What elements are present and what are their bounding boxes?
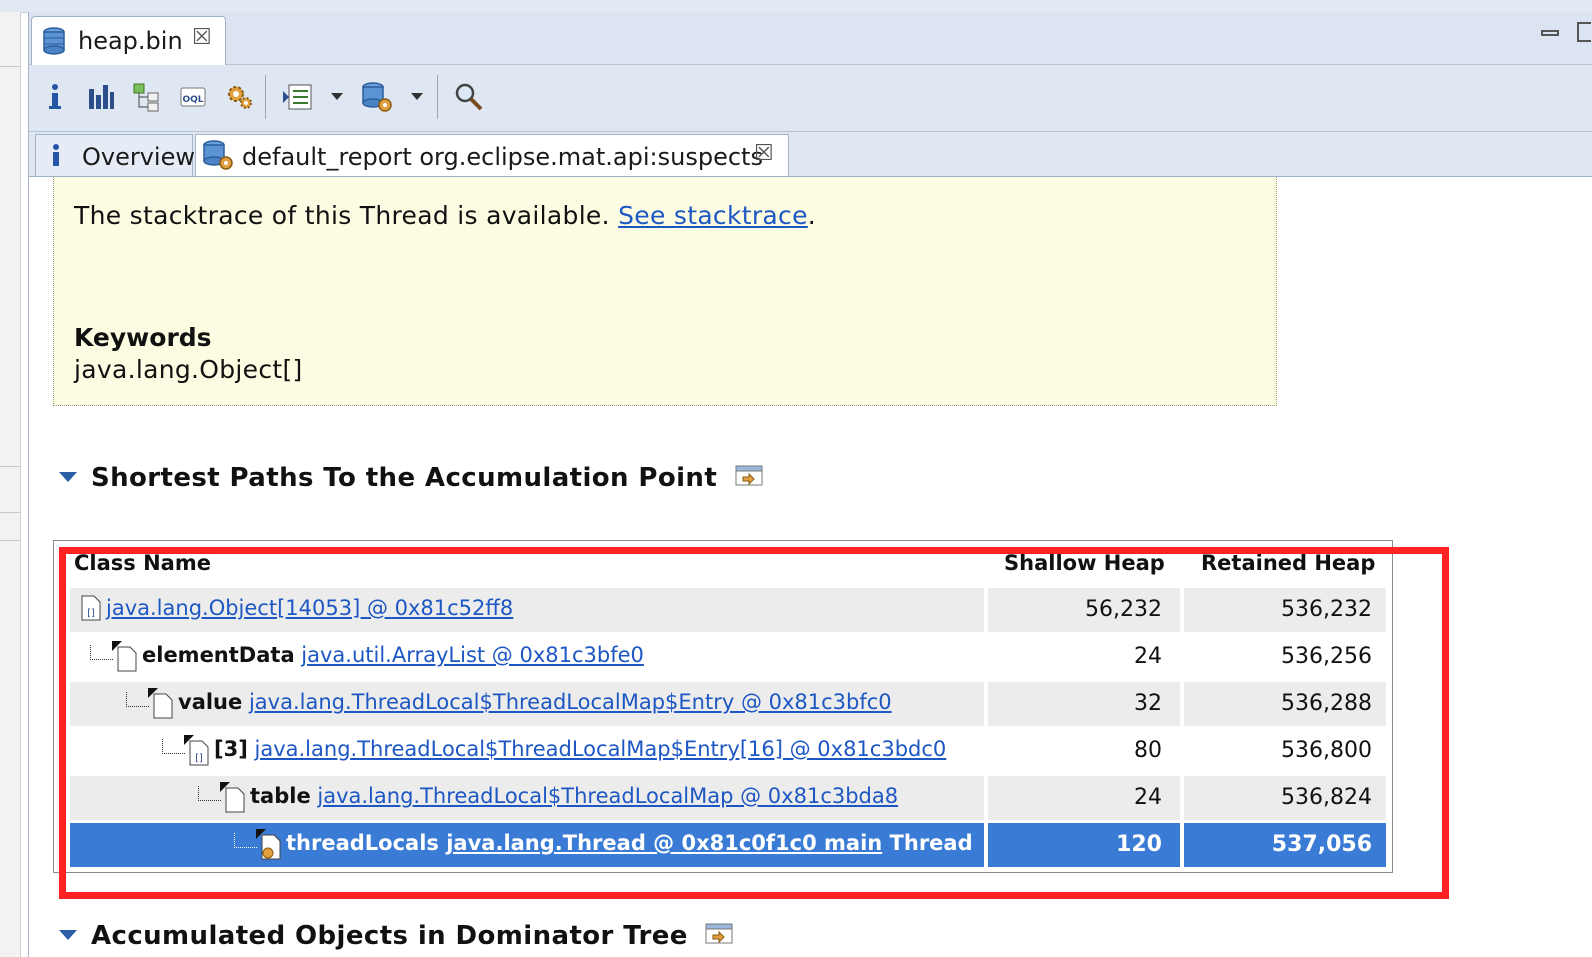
heap-editor: heap.bin ☒ OQL Overview default_report o… [28, 12, 1592, 957]
left-panel-divider [0, 540, 20, 541]
left-side-panel [0, 12, 21, 957]
reports-icon[interactable] [359, 79, 395, 115]
report-tab-bar: Overview default_report org.eclipse.mat.… [29, 132, 1592, 177]
tab-overview-label: Overview [82, 143, 195, 171]
close-icon[interactable]: ☒ [192, 25, 212, 50]
chevron-down-icon[interactable] [331, 93, 343, 100]
maximize-button[interactable] [1577, 22, 1591, 42]
reports-icon [202, 139, 234, 175]
tab-heap-bin[interactable]: heap.bin ☒ [31, 16, 226, 65]
open-in-new-icon[interactable] [735, 463, 765, 494]
tab-heap-bin-label: heap.bin [78, 27, 183, 55]
collapse-triangle-icon[interactable] [59, 929, 77, 940]
editor-tab-bar: heap.bin ☒ [29, 12, 1592, 65]
stacktrace-message: The stacktrace of this Thread is availab… [74, 201, 816, 230]
shortest-paths-heading[interactable]: Shortest Paths To the Accumulation Point [59, 463, 765, 494]
info-icon [48, 143, 64, 173]
info-icon[interactable] [37, 79, 73, 115]
oql-icon[interactable]: OQL [175, 79, 211, 115]
shortest-paths-title: Shortest Paths To the Accumulation Point [91, 463, 718, 493]
suspect-details-box: The stacktrace of this Thread is availab… [53, 177, 1277, 406]
accumulated-objects-heading[interactable]: Accumulated Objects in Dominator Tree [59, 921, 735, 952]
open-in-new-icon[interactable] [705, 921, 735, 952]
svg-text:OQL: OQL [182, 95, 203, 105]
histogram-icon[interactable] [83, 79, 119, 115]
keywords-value: java.lang.Object[] [74, 355, 303, 384]
toolbar-separator [437, 75, 438, 119]
heap-dump-icon [42, 26, 70, 60]
collapse-triangle-icon[interactable] [59, 471, 77, 482]
stacktrace-text: The stacktrace of this Thread is availab… [74, 201, 619, 230]
search-icon[interactable] [451, 79, 487, 115]
tab-default-report-label: default_report org.eclipse.mat.api:suspe… [242, 143, 763, 171]
left-panel-divider [0, 66, 20, 67]
tab-overview[interactable]: Overview [35, 134, 195, 176]
left-panel-divider [0, 512, 20, 513]
gear-icon[interactable] [221, 79, 257, 115]
keywords-title: Keywords [74, 323, 212, 352]
report-content: The stacktrace of this Thread is availab… [29, 177, 1592, 957]
dominator-tree-icon[interactable] [129, 79, 165, 115]
tab-default-report[interactable]: default_report org.eclipse.mat.api:suspe… [195, 134, 789, 176]
minimize-button[interactable] [1541, 30, 1559, 36]
toolbar-separator [265, 75, 266, 119]
highlight-annotation-box [59, 547, 1449, 899]
left-panel-divider [0, 466, 20, 467]
see-stacktrace-link[interactable]: See stacktrace [618, 201, 808, 230]
chevron-down-icon[interactable] [411, 93, 423, 100]
close-icon[interactable]: ☒ [754, 141, 774, 166]
query-browser-icon[interactable] [279, 79, 315, 115]
stacktrace-period: . [807, 201, 817, 230]
accumulated-objects-title: Accumulated Objects in Dominator Tree [91, 921, 688, 951]
toolbar: OQL [29, 65, 1592, 132]
